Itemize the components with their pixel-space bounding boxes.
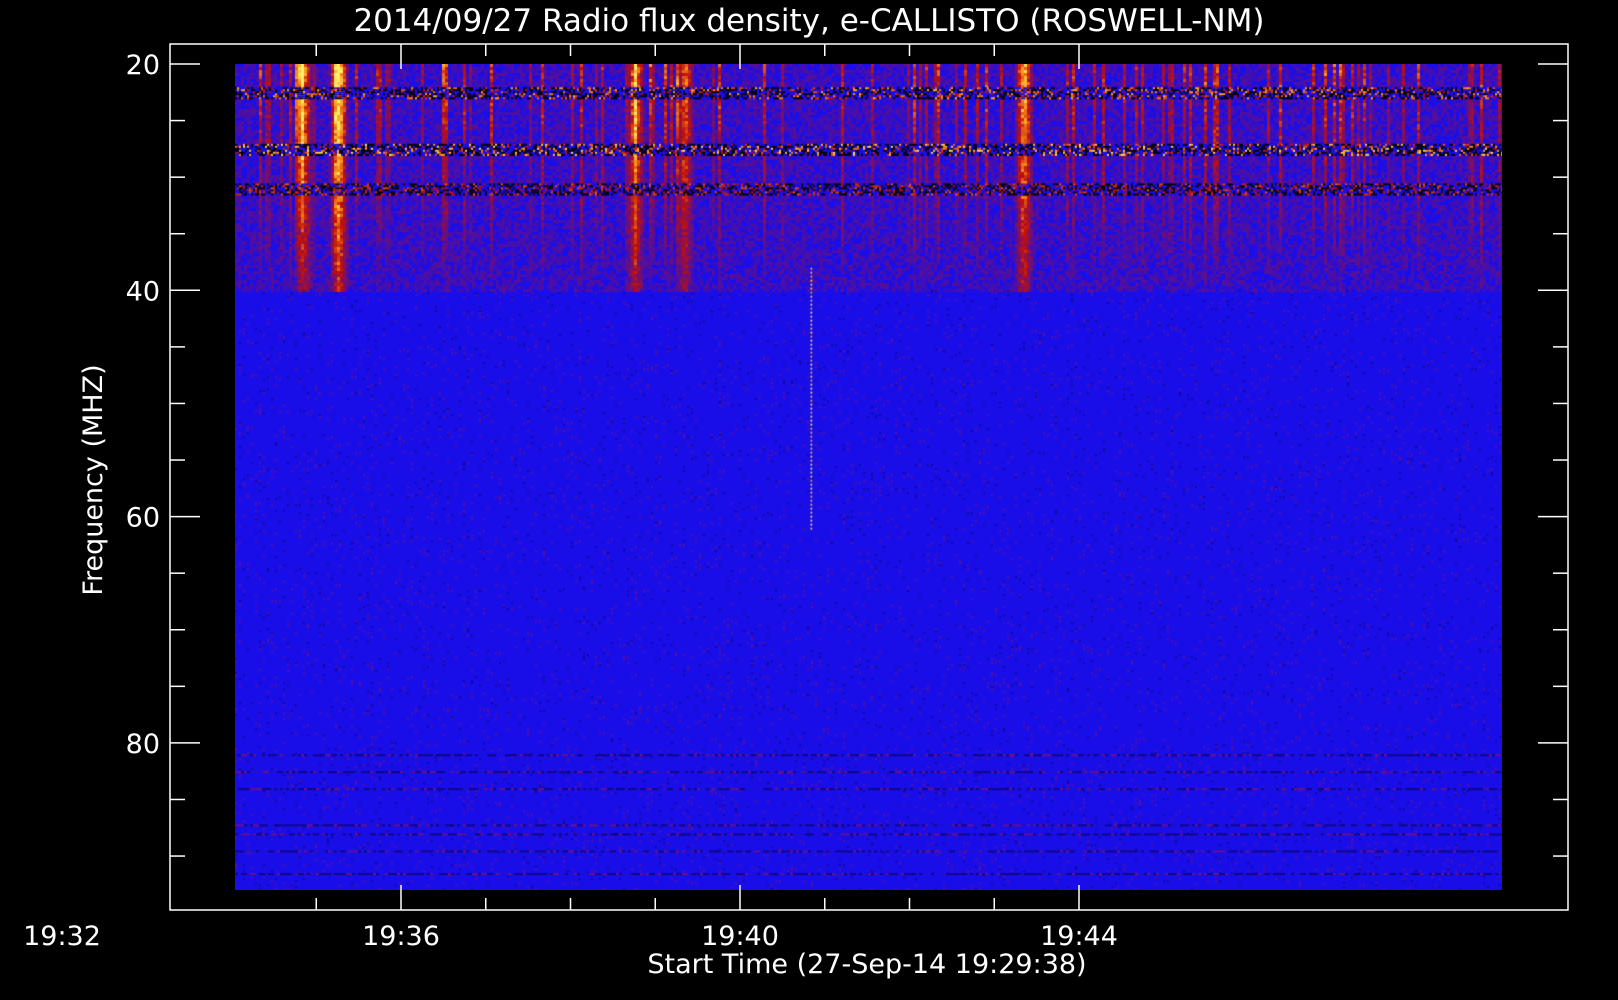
x-tick-label: 19:32	[23, 921, 101, 952]
x-axis-label: Start Time (27-Sep-14 19:29:38)	[647, 949, 1086, 980]
x-tick-label: 19:44	[1040, 921, 1118, 952]
x-tick-label: 19:36	[362, 921, 440, 952]
x-tick-label: 19:40	[701, 921, 779, 952]
spectrogram-figure: 2014/09/27 Radio flux density, e-CALLIST…	[0, 0, 1618, 1000]
spectrogram-image	[235, 64, 1502, 890]
y-tick-label: 20	[126, 50, 160, 81]
y-tick-label: 60	[126, 503, 160, 534]
chart-title: 2014/09/27 Radio flux density, e-CALLIST…	[353, 3, 1264, 39]
y-tick-label: 80	[126, 729, 160, 760]
spectrogram-chart: 2014/09/27 Radio flux density, e-CALLIST…	[0, 0, 1618, 1000]
y-axis-label: Frequency (MHZ)	[78, 364, 109, 595]
spectrogram-heatmap	[235, 64, 1502, 890]
y-tick-label: 40	[126, 276, 160, 307]
